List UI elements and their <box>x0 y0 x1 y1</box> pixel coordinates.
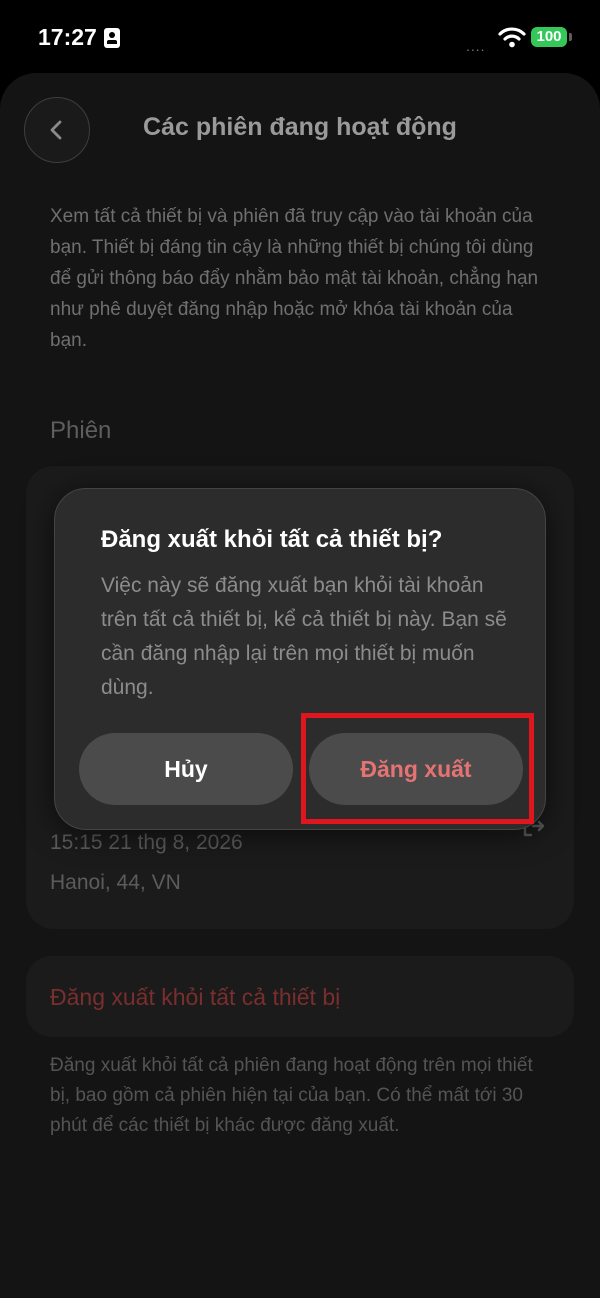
wifi-icon <box>498 27 526 48</box>
cancel-button[interactable]: Hủy <box>79 733 293 805</box>
logout-all-label: Đăng xuất khỏi tất cả thiết bị <box>50 984 341 1010</box>
session-location: Hanoi, 44, VN <box>50 871 181 894</box>
dialog-message: Việc này sẽ đăng xuất bạn khỏi tài khoản… <box>101 574 507 699</box>
page-title: Các phiên đang hoạt động <box>143 113 457 141</box>
contact-card-icon <box>104 28 120 48</box>
highlight-annotation <box>301 713 534 824</box>
logout-all-button[interactable]: Đăng xuất khỏi tất cả thiết bị <box>26 956 574 1037</box>
signal-icon: .... <box>466 38 486 54</box>
battery-indicator: 100 <box>531 27 567 47</box>
session-time: 15:15 21 thg 8, 2026 <box>50 831 243 854</box>
status-time: 17:27 <box>38 24 97 50</box>
page-description: Xem tất cả thiết bị và phiên đã truy cập… <box>50 206 539 351</box>
logout-all-note: Đăng xuất khỏi tất cả phiên đang hoạt độ… <box>50 1055 533 1136</box>
battery-tip <box>569 33 572 41</box>
sessions-section-label: Phiên <box>50 417 112 444</box>
dialog-title: Đăng xuất khỏi tất cả thiết bị? <box>101 526 443 553</box>
status-bar: 17:27 .... 100 <box>0 0 600 72</box>
